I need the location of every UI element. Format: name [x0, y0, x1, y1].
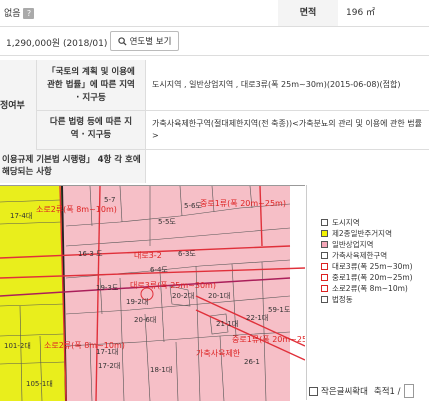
legend-label: 도시지역 [332, 218, 360, 227]
top-left-cell: 없음 ? [4, 6, 35, 19]
small-letter-label: 작은글씨확대 [321, 387, 368, 397]
legend-list: 도시지역 제2종일반주거지역 일반상업지역 가축사육제한구역 대로3류(폭 25… [321, 217, 429, 305]
legend-swatch [321, 285, 328, 292]
zoning-side-cell: 정여부 [0, 60, 37, 150]
map-parcel-label: 20-1대 [208, 292, 230, 300]
legend-label: 대로3류(폭 25m~30m) [332, 262, 413, 271]
zoning-side-label: 정여부 [0, 101, 25, 111]
legend-label: 중로1류(폭 20m~25m) [332, 273, 413, 282]
legend-item: 제2종일반주거지역 [321, 228, 429, 239]
legend-label: 소로2류(폭 8m~10m) [332, 284, 408, 293]
zoning-row2-label-cell: 다른 법령 등에 따른 지역 · 지구등 [37, 111, 146, 150]
map-parcel-label: 18-1대 [150, 366, 172, 374]
map-parcel-label: 21-1대 [216, 320, 238, 328]
zoning-row2-value-cell: 가축사육제한구역(절대제한지역(전 축종))<가축분뇨의 관리 및 이용에 관한… [146, 111, 429, 150]
map-road-label: 중로1류(폭 20m~25m) [200, 199, 286, 208]
legend-swatch [321, 263, 328, 270]
legend-swatch [321, 230, 328, 237]
price-row: 1,290,000원 (2018/01) 연도별 보기 [0, 27, 429, 56]
yearly-view-label: 연도별 보기 [129, 37, 172, 47]
map-parcel-label: 16-3 도 [78, 250, 103, 258]
yearly-view-button[interactable]: 연도별 보기 [110, 31, 179, 51]
zoning-row1-label: 「국토의 계획 및 이용에 관한 법률」에 따른 지역 · 지구등 [47, 67, 135, 103]
legend-label: 가축사육제한구역 [332, 251, 388, 260]
legend-label: 제2종일반주거지역 [332, 229, 392, 238]
legend-swatch [321, 241, 328, 248]
legend-item: 일반상업지역 [321, 239, 429, 250]
land-use-map[interactable]: 소로2류(폭 8m~10m) 중로1류(폭 20m~25m) 대로3-2 대로3… [0, 185, 305, 401]
scale-select[interactable] [403, 384, 414, 398]
top-left-value: 없음 [4, 9, 21, 19]
area-label: 면적 [278, 0, 338, 26]
map-road-label: 중로1류(폭 20m~25m) [232, 335, 305, 344]
map-road-label: 소로2류(폭 8m~10m) [36, 205, 117, 214]
legend-item: 법정동 [321, 294, 429, 305]
zoning-table: 정여부 「국토의 계획 및 이용에 관한 법률」에 따른 지역 · 지구등 도시… [0, 60, 429, 183]
price-value: 1,290,000원 (2018/01) [6, 39, 108, 49]
map-parcel-label: 105-1대 [26, 380, 53, 388]
search-icon [117, 36, 127, 46]
legend-item: 도시지역 [321, 217, 429, 228]
zoning-row2-value: 가축사육제한구역(절대제한지역(전 축종))<가축분뇨의 관리 및 이용에 관한… [152, 119, 422, 140]
zoning-row1-value-cell: 도시지역 , 일반상업지역 , 대로3류(폭 25m~30m)(2015-06-… [146, 60, 429, 111]
map-parcel-label: 26-1 [244, 358, 260, 366]
zoning-row3-label-cell: 이용규제 기본법 시행령」 4항 각 호에 해당되는 사항 [0, 150, 146, 183]
map-parcel-label: 17-4대 [10, 212, 32, 220]
area-value: 196 ㎡ [346, 8, 376, 18]
map-parcel-label: 101-2대 [4, 342, 31, 350]
map-parcel-label: 20-6대 [134, 316, 156, 324]
legend-swatch [321, 296, 328, 303]
legend-swatch [321, 274, 328, 281]
legend-footer: 작은글씨확대 축적1 / [309, 384, 414, 398]
map-parcel-label: 6-4도 [150, 266, 168, 274]
map-parcel-label: 19-2대 [126, 298, 148, 306]
zoning-row1-label-cell: 「국토의 계획 및 이용에 관한 법률」에 따른 지역 · 지구등 [37, 60, 146, 111]
map-parcel-label: 5-6도 [184, 202, 202, 210]
legend-item: 가축사육제한구역 [321, 250, 429, 261]
map-canvas[interactable]: 소로2류(폭 8m~10m) 중로1류(폭 20m~25m) 대로3-2 대로3… [0, 186, 305, 401]
zoning-row3-label: 이용규제 기본법 시행령」 4항 각 호에 해당되는 사항 [2, 155, 141, 177]
legend-label: 일반상업지역 [332, 240, 374, 249]
legend-item: 소로2류(폭 8m~10m) [321, 283, 429, 294]
zoning-row2-label: 다른 법령 등에 따른 지역 · 지구등 [49, 117, 133, 140]
map-legend: 도시지역 제2종일반주거지역 일반상업지역 가축사육제한구역 대로3류(폭 25… [306, 185, 429, 400]
map-parcel-label: 5-7 [104, 196, 115, 204]
map-road-label: 가축사육제한 [196, 349, 241, 358]
top-row: 없음 ? 면적 196 ㎡ [0, 0, 429, 27]
map-road-label: 대로3류(폭 25m~30m) [130, 281, 216, 290]
legend-swatch [321, 219, 328, 226]
map-parcel-label: 20-2대 [172, 292, 194, 300]
legend-swatch [321, 252, 328, 259]
map-road-label: 대로3-2 [134, 251, 162, 260]
legend-item: 대로3류(폭 25m~30m) [321, 261, 429, 272]
map-parcel-label: 59-1도 [268, 306, 291, 314]
map-parcel-label: 22-1대 [246, 314, 268, 322]
legend-label: 법정동 [332, 295, 353, 304]
map-parcel-label: 17-2대 [98, 362, 120, 370]
map-parcel-label: 19-3도 [96, 284, 119, 292]
map-parcel-label: 5-5도 [158, 218, 176, 226]
help-icon[interactable]: ? [23, 8, 35, 19]
map-parcel-label: 6-3도 [178, 250, 196, 258]
small-letter-checkbox[interactable] [309, 386, 318, 396]
map-parcel-label: 17-1대 [96, 348, 118, 356]
scale-label: 축적1 / [373, 387, 401, 397]
legend-item: 중로1류(폭 20m~25m) [321, 272, 429, 283]
zoning-row1-value: 도시지역 , 일반상업지역 , 대로3류(폭 25m~30m)(2015-06-… [152, 80, 401, 89]
